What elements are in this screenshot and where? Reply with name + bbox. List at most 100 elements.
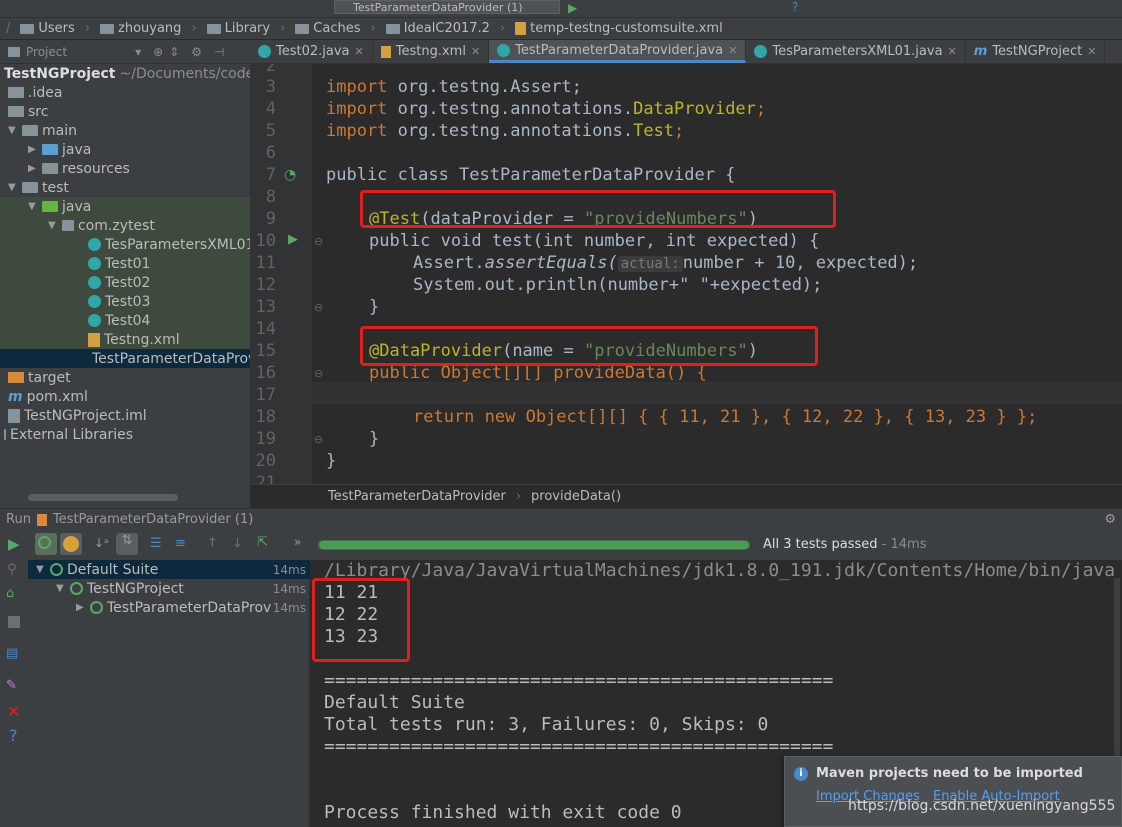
- breadcrumb-class[interactable]: TestParameterDataProvider: [328, 489, 506, 504]
- line-number: 17: [255, 385, 276, 405]
- tree-item-testng-xml[interactable]: Testng.xml: [88, 330, 180, 349]
- breadcrumb-item-library[interactable]: Library: [206, 21, 270, 36]
- passed-icon: [90, 601, 103, 614]
- tree-item-src[interactable]: src: [8, 102, 48, 121]
- close-icon[interactable]: ✕: [471, 45, 480, 58]
- sort-alpha-icon[interactable]: ↓ᵃ: [94, 536, 109, 550]
- close-icon[interactable]: ✕: [728, 44, 737, 57]
- tree-item-resources[interactable]: ▶ resources: [28, 159, 130, 178]
- tree-item-test-java[interactable]: ▼ java: [28, 197, 91, 216]
- tab-tesparametersxml01[interactable]: TesParametersXML01.java ✕: [746, 40, 966, 63]
- run-icon[interactable]: ▶: [568, 1, 577, 15]
- pin-tab-icon[interactable]: ✎: [6, 678, 17, 693]
- test-node-project[interactable]: ▼ TestNGProject 14ms: [56, 579, 310, 598]
- close-icon[interactable]: ✕: [948, 45, 957, 58]
- tab-test02[interactable]: Test02.java ✕: [250, 40, 373, 63]
- chevron-down-icon[interactable]: ▼: [8, 125, 18, 136]
- run-config-select[interactable]: TestParameterDataProvider (1): [334, 0, 560, 14]
- tree-item-external-libraries[interactable]: External Libraries: [4, 425, 133, 444]
- package-icon: [62, 220, 74, 231]
- passed-icon: [70, 582, 83, 595]
- tree-item-test[interactable]: ▼ test: [8, 178, 69, 197]
- tree-item-target[interactable]: target: [8, 368, 71, 387]
- breadcrumb-item-users[interactable]: Users: [20, 21, 75, 36]
- tree-item-class[interactable]: Test03: [88, 292, 150, 311]
- pin-icon[interactable]: ⌂: [6, 586, 14, 601]
- fold-icon[interactable]: ⊖: [314, 235, 323, 248]
- project-view-select[interactable]: Project: [26, 45, 67, 59]
- more-icon[interactable]: »: [294, 535, 301, 549]
- tree-item-class[interactable]: TesParametersXML01: [88, 235, 255, 254]
- run-panel-header: Run TestParameterDataProvider (1) ⚙: [0, 508, 1122, 530]
- tree-item-iml[interactable]: TestNGProject.iml: [8, 406, 147, 425]
- method-signature: public void test(int number, int expecte…: [369, 231, 820, 251]
- tree-item-pom[interactable]: m pom.xml: [8, 387, 88, 406]
- close-icon[interactable]: ✕: [1087, 45, 1096, 58]
- tab-testng-xml[interactable]: Testng.xml ✕: [373, 40, 490, 63]
- breadcrumb-item-zhouyang[interactable]: zhouyang: [100, 21, 181, 36]
- breadcrumb-item-idealc[interactable]: IdealC2017.2: [385, 21, 490, 36]
- export-icon[interactable]: ⇱: [257, 535, 268, 550]
- locate-icon[interactable]: ⊕: [153, 45, 163, 59]
- tree-item-project-root[interactable]: TestNGProject ~/Documents/codes: [4, 64, 262, 83]
- breadcrumb-label: Caches: [313, 21, 361, 36]
- code-editor[interactable]: 2 3 4 5 6 7 8 9 10 11 12 13 14 15 16 17 …: [250, 64, 1122, 484]
- help-icon[interactable]: ?: [9, 726, 18, 745]
- chevron-down-icon[interactable]: ▼: [8, 182, 18, 193]
- rerun-icon[interactable]: ▶: [8, 535, 20, 553]
- tab-testngproject[interactable]: m TestNGProject ✕: [966, 40, 1106, 63]
- chevron-down-icon[interactable]: ▼: [28, 201, 38, 212]
- close-icon[interactable]: ✕: [7, 702, 20, 721]
- debug-icon[interactable]: ⚲: [7, 562, 17, 577]
- breadcrumb-method[interactable]: provideData(): [531, 489, 621, 504]
- show-passed-button[interactable]: [35, 533, 57, 555]
- status-text: All 3 tests passed: [763, 537, 878, 552]
- test-node-class[interactable]: ▶ TestParameterDataProv 14ms: [76, 598, 310, 617]
- fold-icon[interactable]: ⊖: [314, 367, 323, 380]
- gear-icon[interactable]: ⚙: [191, 45, 202, 59]
- chevron-down-icon[interactable]: ▼: [48, 220, 58, 231]
- collapse-all-icon[interactable]: ⇕: [169, 45, 179, 59]
- gear-icon[interactable]: ⚙: [1104, 512, 1116, 527]
- stop-icon[interactable]: [8, 616, 20, 628]
- breadcrumb-item-suite-xml[interactable]: temp-testng-customsuite.xml: [515, 21, 723, 36]
- run-test-icon[interactable]: ▶: [288, 232, 298, 247]
- previous-failed-icon[interactable]: ↑: [207, 536, 218, 551]
- project-path: ~/Documents/codes: [119, 65, 262, 82]
- show-ignored-button[interactable]: [60, 533, 82, 555]
- tree-item-package[interactable]: ▼ com.zytest: [48, 216, 155, 235]
- fold-icon[interactable]: ⊖: [314, 301, 323, 314]
- chevron-right-icon[interactable]: ▶: [28, 144, 38, 155]
- expand-all-icon[interactable]: ☰: [150, 536, 162, 551]
- close-icon[interactable]: ✕: [355, 45, 364, 58]
- tree-item-main-java[interactable]: ▶ java: [28, 140, 91, 159]
- collapse-all-icon[interactable]: ≡: [175, 536, 186, 551]
- tree-item-idea[interactable]: .idea: [8, 83, 62, 102]
- hide-panel-icon[interactable]: ⊣: [214, 45, 224, 59]
- fold-icon[interactable]: ⊖: [314, 433, 323, 446]
- line-number: 19: [255, 429, 276, 449]
- vertical-scrollbar[interactable]: [1114, 578, 1120, 778]
- chevron-down-icon[interactable]: ▼: [36, 564, 46, 575]
- tree-item-selected-class[interactable]: TestParameterDataProvider: [88, 349, 250, 368]
- tree-item-class[interactable]: Test02: [88, 273, 150, 292]
- next-failed-icon[interactable]: ↓: [232, 536, 243, 551]
- help-icon[interactable]: ?: [792, 0, 798, 14]
- layout-icon[interactable]: ▤: [6, 646, 18, 661]
- tree-item-class[interactable]: Test01: [88, 254, 150, 273]
- chevron-down-icon[interactable]: ▾: [135, 45, 141, 59]
- sort-duration-button[interactable]: ⇅: [116, 533, 138, 555]
- folder-icon: [295, 23, 310, 34]
- test-node-suite[interactable]: ▼ Default Suite 14ms: [36, 560, 310, 579]
- tree-item-class[interactable]: Test04: [88, 311, 150, 330]
- horizontal-scrollbar[interactable]: [28, 494, 178, 501]
- ignored-icon: [63, 536, 79, 552]
- chevron-right-icon[interactable]: ▶: [76, 602, 86, 613]
- chevron-down-icon[interactable]: ▼: [56, 583, 66, 594]
- chevron-right-icon[interactable]: ▶: [28, 163, 38, 174]
- breadcrumb-item-caches[interactable]: Caches: [295, 21, 361, 36]
- tree-item-main[interactable]: ▼ main: [8, 121, 77, 140]
- line-number: 12: [255, 275, 276, 295]
- tab-testparameterdataprovider[interactable]: TestParameterDataProvider.java ✕: [489, 40, 747, 63]
- run-class-icon[interactable]: ◔: [284, 167, 296, 183]
